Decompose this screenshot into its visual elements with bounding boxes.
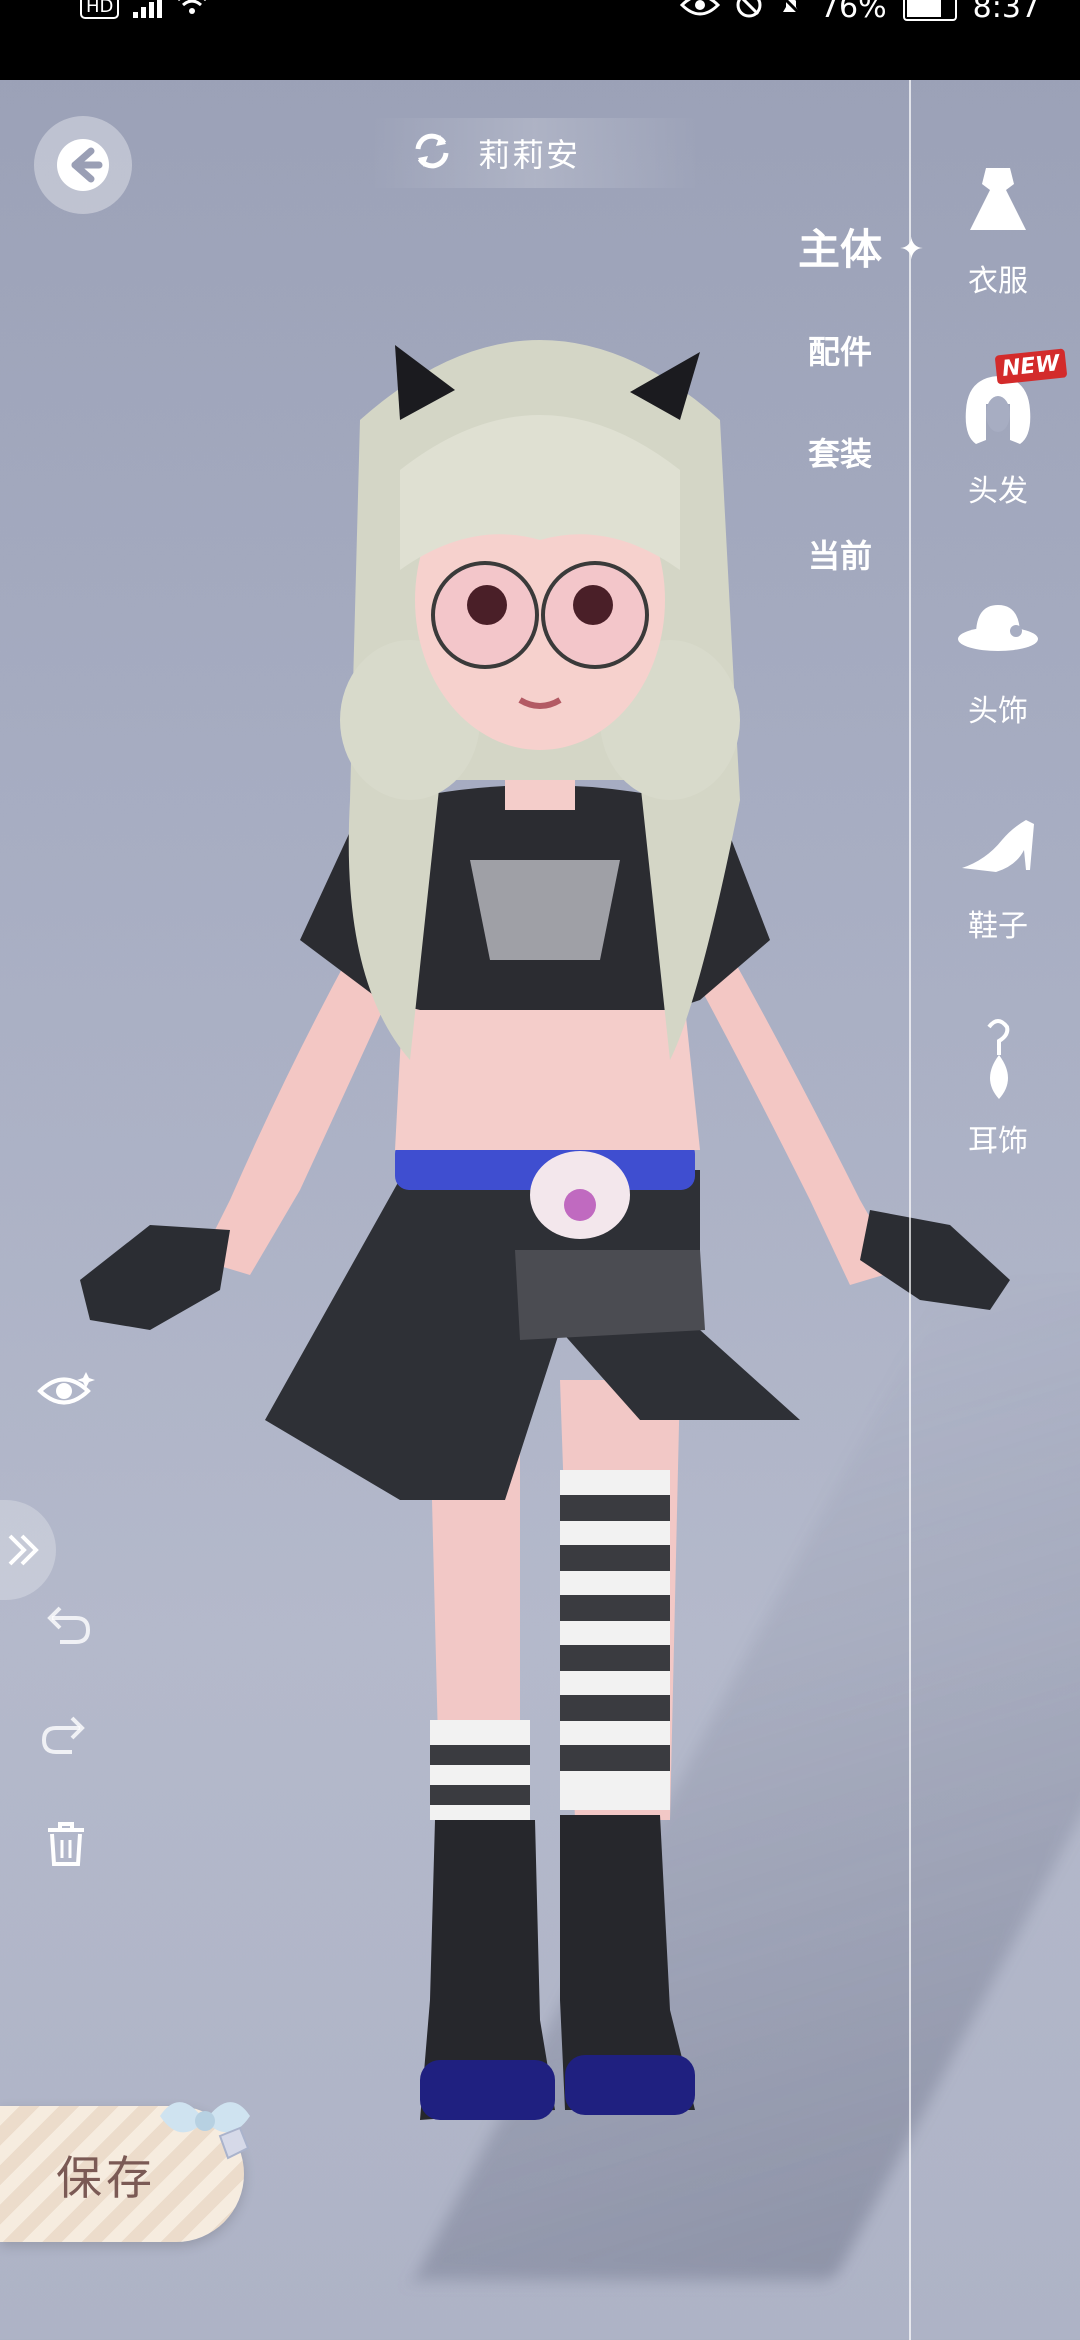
- undo-button[interactable]: [38, 1596, 94, 1652]
- back-button[interactable]: [34, 116, 132, 214]
- category-current-label: 当前: [807, 537, 872, 575]
- undo-icon: [47, 1606, 91, 1644]
- category-menu: 主体 ✦ 配件 套装 当前: [770, 220, 924, 628]
- character-name-bar[interactable]: 莉莉安: [370, 118, 700, 188]
- sparkle-icon: ✦: [898, 232, 924, 267]
- sidebar-label-shoes: 鞋子: [968, 909, 1028, 944]
- category-outfits[interactable]: 套装: [770, 424, 910, 526]
- redo-button[interactable]: [38, 1706, 94, 1762]
- sidebar-item-shoes[interactable]: 鞋子: [948, 795, 1048, 945]
- redo-icon: [41, 1716, 85, 1754]
- category-accessories[interactable]: 配件: [770, 322, 910, 424]
- eye-icon: [37, 1372, 95, 1405]
- sidebar-label-earrings: 耳饰: [968, 1124, 1028, 1159]
- switch-character-icon[interactable]: [410, 129, 454, 177]
- status-left: HD: [80, 0, 208, 22]
- character-name: 莉莉安: [478, 136, 581, 174]
- sidebar-item-earrings[interactable]: 耳饰: [948, 1010, 1048, 1160]
- dress-icon: [948, 150, 1048, 250]
- battery-percent: 76%: [819, 0, 887, 25]
- wifi-icon: [176, 0, 208, 22]
- character-model: [80, 340, 1010, 2120]
- battery-icon: [902, 0, 957, 21]
- hd-badge: HD: [80, 0, 120, 19]
- bow-decoration-icon: [160, 2102, 250, 2160]
- category-main-label: 主体: [797, 225, 882, 274]
- earring-icon: [948, 1010, 1048, 1110]
- delete-button[interactable]: [38, 1816, 94, 1872]
- trash-icon: [48, 1822, 84, 1866]
- sidebar-item-hair[interactable]: NEW 头发: [948, 348, 1068, 510]
- toggle-visibility-button[interactable]: [36, 1366, 96, 1416]
- double-chevron-right-icon: [8, 1534, 39, 1566]
- sidebar-label-headwear: 头饰: [968, 694, 1028, 729]
- bell-off-icon: [778, 0, 804, 24]
- character-viewport[interactable]: [0, 80, 1080, 2340]
- category-accessories-label: 配件: [807, 333, 872, 371]
- category-main[interactable]: 主体 ✦: [770, 220, 924, 322]
- sidebar-item-clothes[interactable]: 衣服: [948, 150, 1048, 300]
- category-current[interactable]: 当前: [770, 526, 910, 628]
- clock: 8:37: [972, 0, 1040, 25]
- mute-icon: [736, 0, 762, 24]
- sidebar-label-hair: 头发: [968, 474, 1028, 509]
- category-outfits-label: 套装: [807, 435, 872, 473]
- save-button-label: 保存: [56, 2151, 156, 2205]
- sidebar-label-clothes: 衣服: [968, 264, 1028, 299]
- arrow-left-icon: [57, 139, 109, 191]
- eye-comfort-icon: [679, 0, 721, 23]
- status-right: 76% 8:37: [679, 0, 1040, 25]
- sidebar-item-headwear[interactable]: 头饰: [948, 580, 1048, 730]
- status-bar: HD 76% 8:37: [0, 0, 1080, 80]
- signal-icon: [133, 0, 163, 18]
- hat-icon: [948, 580, 1048, 680]
- shoe-icon: [948, 795, 1048, 895]
- save-button[interactable]: 保存: [0, 2102, 250, 2242]
